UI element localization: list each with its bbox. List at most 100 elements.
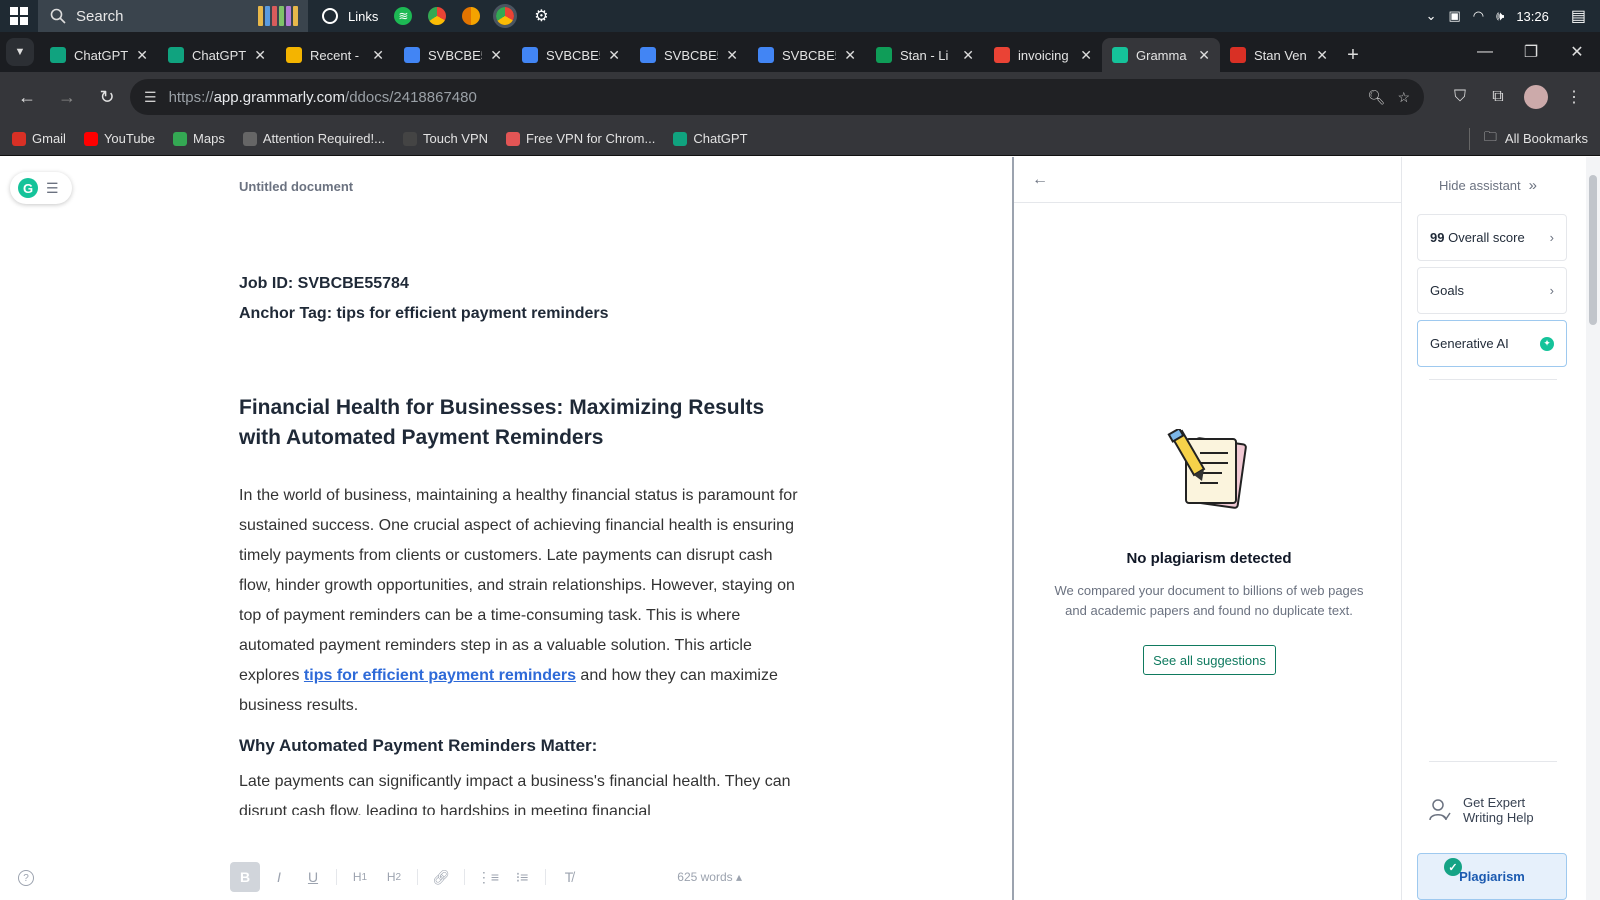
close-tab-icon[interactable]: ✕ xyxy=(136,47,148,64)
close-tab-icon[interactable]: ✕ xyxy=(962,47,974,64)
bookmark-item[interactable]: Free VPN for Chrom... xyxy=(506,131,655,146)
extensions-puzzle-icon[interactable]: ⧉ xyxy=(1482,81,1514,113)
browser-tab[interactable]: Stan - Li ✕ xyxy=(866,38,984,72)
clock-time[interactable]: 13:26 xyxy=(1516,9,1549,24)
generative-ai-card[interactable]: Generative AI ✦ xyxy=(1417,320,1567,367)
word-count[interactable]: 625 words ▴ xyxy=(677,870,770,884)
chevron-right-icon: › xyxy=(1549,283,1554,298)
cortana-icon[interactable] xyxy=(322,8,338,24)
plagiarism-panel: ← No plagiarism detected We compared you… xyxy=(1012,157,1402,900)
bookmark-item[interactable]: Gmail xyxy=(12,131,66,146)
profile-avatar[interactable] xyxy=(1520,81,1552,113)
chrome-icon[interactable] xyxy=(428,7,447,25)
close-tab-icon[interactable]: ✕ xyxy=(608,47,620,64)
close-window-icon[interactable]: ✕ xyxy=(1554,42,1600,62)
browser-tab-strip: ▼ ChatGPT ✕ ChatGPT ✕ Recent - ✕ SVBCBE5 ✕ SVBCB… xyxy=(0,32,1600,72)
close-tab-icon[interactable]: ✕ xyxy=(1316,47,1328,64)
italic-button[interactable]: I xyxy=(264,862,294,892)
grammarly-menu-button[interactable]: G ☰ xyxy=(10,172,72,204)
help-icon[interactable]: ? xyxy=(18,870,34,886)
close-tab-icon[interactable]: ✕ xyxy=(490,47,502,64)
reload-icon[interactable]: ↻ xyxy=(90,80,124,114)
bullet-list-icon[interactable]: ⁝≡ xyxy=(507,862,537,892)
tab-search-dropdown-icon[interactable]: ▼ xyxy=(6,38,34,66)
bookmark-item[interactable]: Touch VPN xyxy=(402,131,488,146)
bold-button[interactable]: B xyxy=(230,862,260,892)
zoom-icon[interactable]: 🔍︎ xyxy=(1368,89,1386,106)
minimize-icon[interactable]: — xyxy=(1462,43,1508,61)
close-tab-icon[interactable]: ✕ xyxy=(1080,47,1092,64)
restore-icon[interactable]: ❐ xyxy=(1508,42,1554,62)
windows-start-icon[interactable] xyxy=(0,0,38,32)
volume-icon[interactable]: 🕪 xyxy=(1496,8,1504,24)
browser-tab[interactable]: Gramma ✕ xyxy=(1102,38,1220,72)
browser-tab[interactable]: Recent - ✕ xyxy=(276,38,394,72)
taskbar-links-label[interactable]: Links xyxy=(348,9,378,24)
bookmark-item[interactable]: YouTube xyxy=(83,131,155,146)
see-all-suggestions-button[interactable]: See all suggestions xyxy=(1143,645,1276,675)
close-tab-icon[interactable]: ✕ xyxy=(844,47,856,64)
url-text[interactable]: https://app.grammarly.com/ddocs/24188674… xyxy=(169,89,1356,106)
chrome-menu-icon[interactable]: ⋮ xyxy=(1558,81,1590,113)
bookmark-item[interactable]: ChatGPT xyxy=(673,131,748,146)
notification-icon[interactable]: ▤ xyxy=(1571,6,1586,26)
close-tab-icon[interactable]: ✕ xyxy=(726,47,738,64)
taskbar-search[interactable]: Search xyxy=(38,0,248,32)
grammarly-app: G ☰ Untitled document Job ID: SVBCBE5578… xyxy=(0,157,1600,900)
tab-label: Gramma xyxy=(1136,47,1187,63)
heading2-button[interactable]: H2 xyxy=(379,862,409,892)
document-editor[interactable]: Job ID: SVBCBE55784 Anchor Tag: tips for… xyxy=(239,269,804,815)
site-settings-icon[interactable]: ☰ xyxy=(144,89,157,106)
tab-label: SVBCBE5 xyxy=(428,47,483,63)
close-tab-icon[interactable]: ✕ xyxy=(1198,47,1210,64)
chrome-active-icon[interactable] xyxy=(493,4,518,28)
close-tab-icon[interactable]: ✕ xyxy=(254,47,266,64)
document-title[interactable]: Untitled document xyxy=(239,179,353,194)
browser-tab[interactable]: ChatGPT ✕ xyxy=(40,38,158,72)
toolbar-divider xyxy=(336,869,337,885)
browser-tab[interactable]: SVBCBE5 ✕ xyxy=(394,38,512,72)
bookmark-label: ChatGPT xyxy=(693,131,748,146)
goals-card[interactable]: Goals › xyxy=(1417,267,1567,314)
notebook-pencil-icon xyxy=(1167,429,1247,509)
bookmark-favicon-icon xyxy=(83,131,98,146)
clear-format-icon[interactable]: T̸ xyxy=(554,862,584,892)
bookmark-item[interactable]: Attention Required!... xyxy=(242,131,385,146)
address-bar[interactable]: ☰ https://app.grammarly.com/ddocs/241886… xyxy=(130,79,1424,115)
hide-assistant-button[interactable]: Hide assistant » xyxy=(1439,177,1537,194)
all-bookmarks-label: All Bookmarks xyxy=(1504,131,1588,146)
ordered-list-icon[interactable]: ⋮≡ xyxy=(473,862,503,892)
browser-tab[interactable]: SVBCBE5 ✕ xyxy=(630,38,748,72)
browser-tab[interactable]: SVBCBE5 ✕ xyxy=(512,38,630,72)
settings-gear-icon[interactable]: ⚙ xyxy=(530,5,552,27)
close-tab-icon[interactable]: ✕ xyxy=(372,47,384,64)
browser-tab[interactable]: ChatGPT ✕ xyxy=(158,38,276,72)
underline-button[interactable]: U xyxy=(298,862,328,892)
plagiarism-button[interactable]: ✓ Plagiarism xyxy=(1417,853,1567,900)
link-icon[interactable]: 🔗︎ xyxy=(426,862,456,892)
browser-tab[interactable]: invoicing ✕ xyxy=(984,38,1102,72)
tray-display-icon[interactable]: ▣ xyxy=(1448,8,1460,24)
bookmark-item[interactable]: Maps xyxy=(173,131,225,146)
back-arrow-icon[interactable]: ← xyxy=(10,80,44,114)
scrollbar-thumb[interactable] xyxy=(1589,175,1597,325)
forward-arrow-icon[interactable]: → xyxy=(50,80,84,114)
heading1-button[interactable]: H1 xyxy=(345,862,375,892)
anchor-link[interactable]: tips for efficient payment reminders xyxy=(304,667,576,684)
spotify-icon[interactable]: ≋ xyxy=(394,7,413,25)
browser-tab[interactable]: Stan Ven ✕ xyxy=(1220,38,1338,72)
taskbar-books-icon[interactable] xyxy=(248,0,308,32)
overall-score-card[interactable]: 99 Overall score › xyxy=(1417,214,1567,261)
page-scrollbar[interactable] xyxy=(1586,157,1600,900)
tab-label: Recent - xyxy=(310,47,360,63)
expert-writing-help-button[interactable]: Get Expert Writing Help xyxy=(1429,795,1534,825)
tray-chevron-up-icon[interactable]: ⌄ xyxy=(1426,8,1437,24)
new-tab-button[interactable]: + xyxy=(1338,38,1368,72)
all-bookmarks-button[interactable]: 🗀 All Bookmarks xyxy=(1468,127,1588,150)
wifi-icon[interactable]: ◠ xyxy=(1473,8,1484,24)
chrome-canary-icon[interactable] xyxy=(462,7,481,25)
extension-shield-icon[interactable]: ⛉ xyxy=(1444,81,1476,113)
bookmark-star-icon[interactable]: ☆ xyxy=(1397,89,1410,106)
browser-tab[interactable]: SVBCBE5 ✕ xyxy=(748,38,866,72)
back-arrow-icon[interactable]: ← xyxy=(1032,171,1048,189)
